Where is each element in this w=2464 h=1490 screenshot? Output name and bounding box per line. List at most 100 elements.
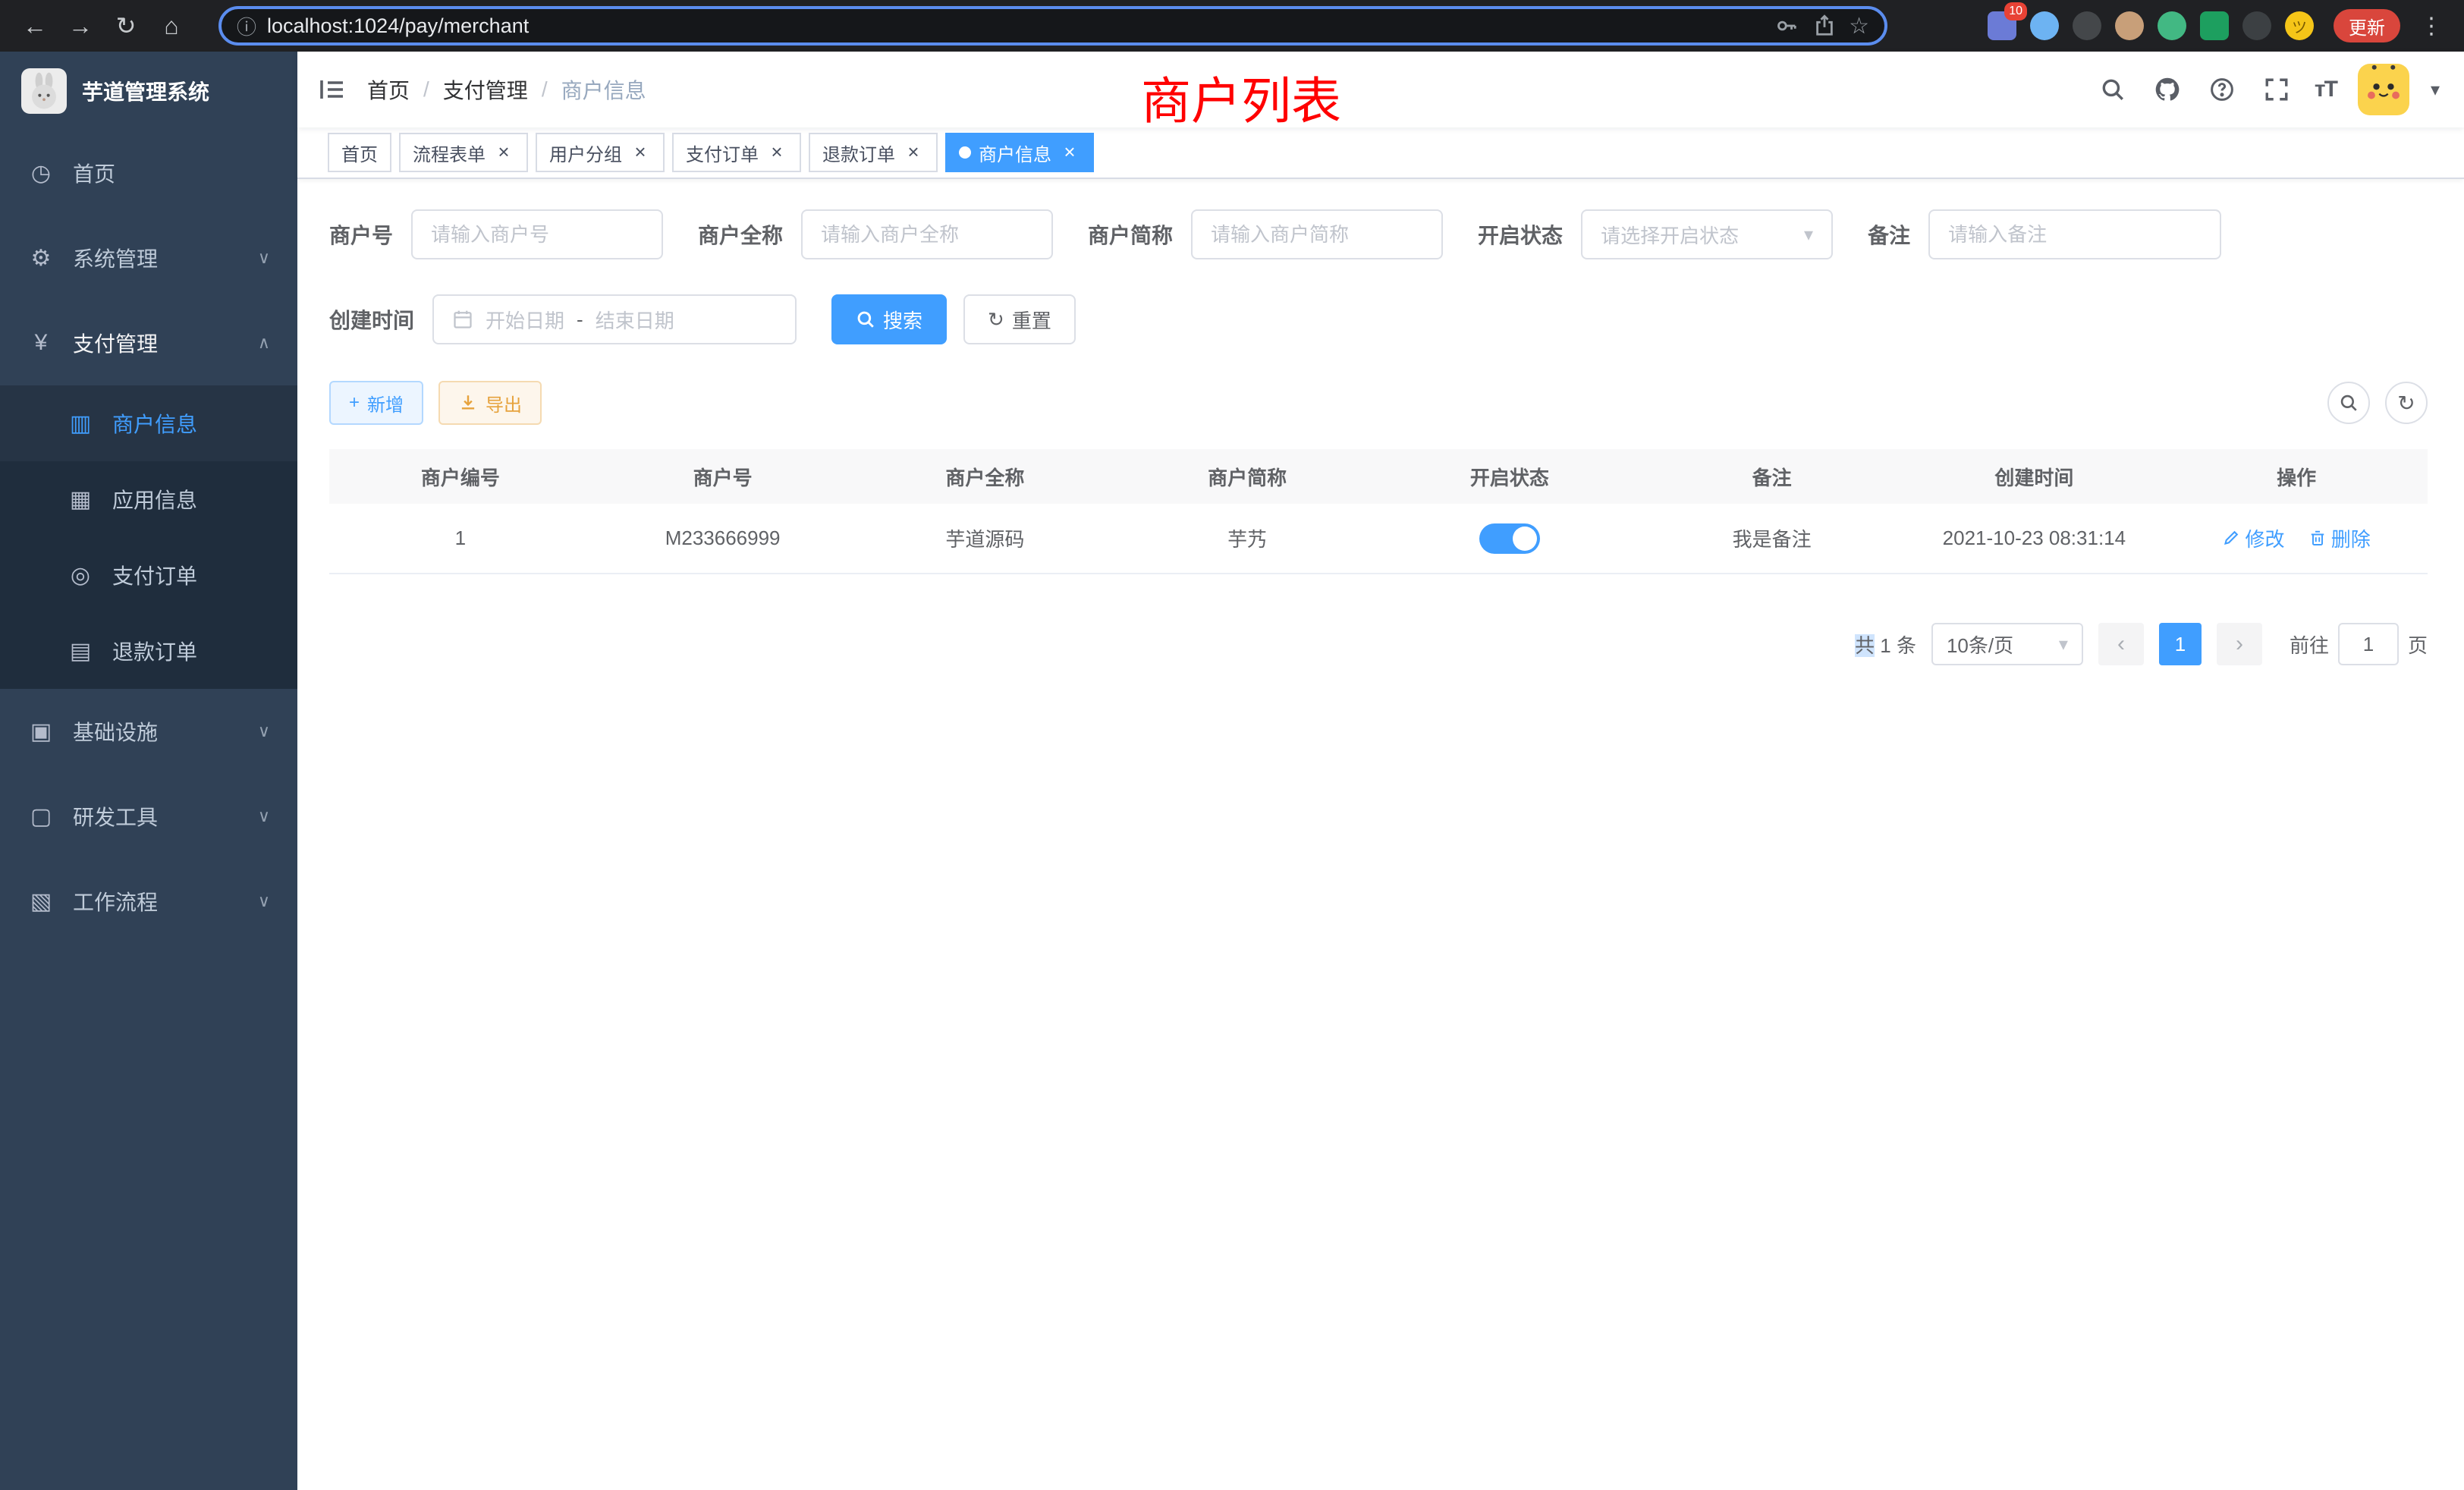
total-text: 共 1 条	[1855, 630, 1916, 659]
chevron-down-icon: ∨	[258, 806, 270, 826]
app-logo[interactable]: 芋道管理系统	[0, 52, 297, 130]
sidebar-item-pay-order[interactable]: ◎ 支付订单	[0, 537, 297, 613]
share-icon[interactable]	[1811, 12, 1838, 39]
browser-forward-button[interactable]: →	[61, 6, 100, 46]
active-dot	[959, 146, 971, 159]
col-merchant-no: 商户号	[592, 449, 854, 504]
user-menu-caret-icon[interactable]: ▾	[2431, 79, 2440, 101]
delete-button[interactable]: 删除	[2308, 524, 2371, 552]
address-bar[interactable]: ⓘ localhost:1024/pay/merchant ☆	[218, 6, 1887, 46]
tab-refund-order[interactable]: 退款订单 ×	[809, 133, 938, 172]
sidebar-item-infrastructure[interactable]: ▣ 基础设施 ∨	[0, 689, 297, 774]
add-button[interactable]: + 新增	[329, 381, 423, 425]
extension-icon[interactable]	[2200, 11, 2229, 40]
toggle-search-button[interactable]	[2327, 382, 2370, 424]
font-size-icon[interactable]: тT	[2315, 77, 2337, 102]
workflow-icon: ▧	[27, 888, 55, 915]
edit-button[interactable]: 修改	[2222, 524, 2284, 552]
next-page-button[interactable]: ›	[2217, 623, 2262, 665]
col-merchant-short: 商户简称	[1116, 449, 1378, 504]
reset-button[interactable]: ↻ 重置	[963, 294, 1076, 344]
create-time-range-picker[interactable]: 开始日期 - 结束日期	[432, 294, 797, 344]
browser-back-button[interactable]: ←	[15, 6, 55, 46]
extension-icon[interactable]	[2115, 11, 2144, 40]
extension-icon[interactable]	[2073, 11, 2101, 40]
tags-view: 首页 流程表单 × 用户分组 × 支付订单 × 退款订单 ×	[297, 127, 2464, 179]
merchant-short-label: 商户简称	[1088, 219, 1173, 250]
chevron-down-icon: ∨	[258, 721, 270, 741]
tab-pay-order[interactable]: 支付订单 ×	[672, 133, 801, 172]
tab-user-group[interactable]: 用户分组 ×	[536, 133, 665, 172]
main-area: 首页 / 支付管理 / 商户信息	[297, 52, 2464, 1490]
github-icon[interactable]	[2151, 73, 2184, 106]
sidebar-item-devtools[interactable]: ▢ 研发工具 ∨	[0, 774, 297, 859]
browser-home-button[interactable]: ⌂	[152, 6, 191, 46]
remark-input[interactable]	[1928, 209, 2221, 259]
trash-icon	[2308, 529, 2327, 547]
cell-create-time: 2021-10-23 08:31:14	[1903, 504, 2166, 574]
remark-label: 备注	[1868, 219, 1910, 250]
user-avatar[interactable]	[2358, 64, 2409, 115]
tab-process-form[interactable]: 流程表单 ×	[399, 133, 528, 172]
merchant-name-input[interactable]	[801, 209, 1053, 259]
status-toggle[interactable]	[1479, 523, 1540, 554]
table-toolbar: + 新增 导出 ↻	[329, 381, 2428, 425]
extension-icon[interactable]: 10	[1988, 11, 2016, 40]
refresh-icon: ↻	[988, 308, 1004, 332]
refresh-table-button[interactable]: ↻	[2385, 382, 2428, 424]
extension-icon[interactable]	[2242, 11, 2271, 40]
monitor-icon: ▣	[27, 718, 55, 745]
sidebar-item-app-info[interactable]: ▦ 应用信息	[0, 461, 297, 537]
sidebar-item-merchant-info[interactable]: ▥ 商户信息	[0, 385, 297, 461]
sidebar-item-payment[interactable]: ¥ 支付管理 ∧	[0, 300, 297, 385]
dashboard-icon: ◷	[27, 160, 55, 187]
hamburger-icon[interactable]	[297, 76, 367, 103]
browser-menu-icon[interactable]: ⋮	[2414, 13, 2449, 39]
toolbox-icon: ▢	[27, 803, 55, 830]
fullscreen-icon[interactable]	[2260, 73, 2293, 106]
extension-icon[interactable]	[2030, 11, 2059, 40]
pagination: 共 1 条 10条/页 ▾ ‹ 1 › 前往 页	[329, 623, 2428, 665]
close-icon[interactable]: ×	[766, 142, 787, 163]
card-icon: ▥	[67, 410, 94, 437]
help-icon[interactable]	[2205, 73, 2239, 106]
prev-page-button[interactable]: ‹	[2098, 623, 2144, 665]
sidebar-item-refund-order[interactable]: ▤ 退款订单	[0, 613, 297, 689]
status-select[interactable]: 请选择开启状态 ▾	[1581, 209, 1833, 259]
breadcrumb-current: 商户信息	[561, 74, 646, 105]
navbar-actions: тT ▾	[2096, 64, 2464, 115]
sidebar-item-workflow[interactable]: ▧ 工作流程 ∨	[0, 859, 297, 944]
goto-page-input[interactable]	[2338, 623, 2399, 665]
sidebar-item-home[interactable]: ◷ 首页	[0, 130, 297, 215]
close-icon[interactable]: ×	[1059, 142, 1080, 163]
page-size-select[interactable]: 10条/页 ▾	[1931, 623, 2083, 665]
record-icon: ◎	[67, 562, 94, 589]
merchant-short-input[interactable]	[1191, 209, 1443, 259]
bookmark-star-icon[interactable]: ☆	[1849, 13, 1869, 39]
page-number-1[interactable]: 1	[2159, 623, 2202, 665]
extension-badge: 10	[2004, 2, 2027, 20]
extension-icon[interactable]	[2158, 11, 2186, 40]
export-button[interactable]: 导出	[438, 381, 542, 425]
merchant-no-input[interactable]	[411, 209, 663, 259]
breadcrumb-payment[interactable]: 支付管理	[443, 74, 528, 105]
browser-update-button[interactable]: 更新	[2334, 9, 2400, 42]
goto-page: 前往 页	[2290, 623, 2428, 665]
browser-toolbar: ← → ↻ ⌂ ⓘ localhost:1024/pay/merchant ☆ …	[0, 0, 2464, 52]
browser-reload-button[interactable]: ↻	[106, 6, 146, 46]
search-icon[interactable]	[2096, 73, 2129, 106]
close-icon[interactable]: ×	[903, 142, 924, 163]
site-info-icon[interactable]: ⓘ	[237, 12, 256, 40]
password-key-icon[interactable]	[1773, 12, 1800, 39]
extension-avatar-icon[interactable]: ツ	[2285, 11, 2314, 40]
breadcrumb-home[interactable]: 首页	[367, 74, 410, 105]
tab-merchant-info[interactable]: 商户信息 ×	[945, 133, 1094, 172]
tab-home[interactable]: 首页	[328, 133, 391, 172]
cell-remark: 我是备注	[1641, 504, 1903, 574]
sidebar-item-system[interactable]: ⚙ 系统管理 ∨	[0, 215, 297, 300]
col-remark: 备注	[1641, 449, 1903, 504]
close-icon[interactable]: ×	[630, 142, 651, 163]
chevron-down-icon: ▾	[2059, 633, 2068, 655]
search-button[interactable]: 搜索	[831, 294, 947, 344]
close-icon[interactable]: ×	[493, 142, 514, 163]
